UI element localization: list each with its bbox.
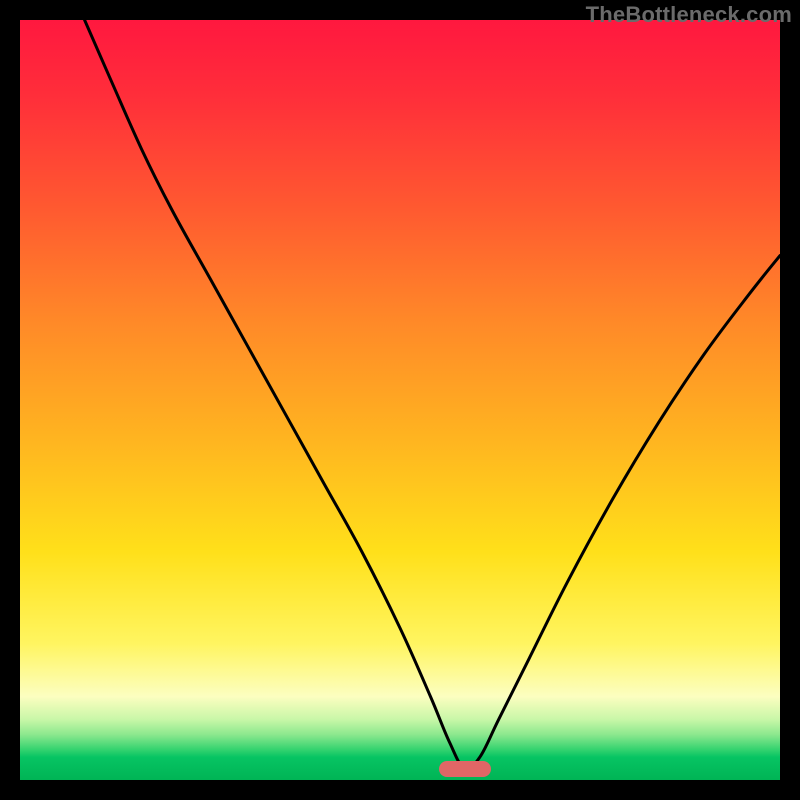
watermark-text: TheBottleneck.com xyxy=(586,2,792,28)
bottleneck-curve xyxy=(20,20,780,780)
chart-stage: TheBottleneck.com xyxy=(0,0,800,800)
plot-area xyxy=(20,20,780,780)
minimum-marker xyxy=(439,761,491,777)
